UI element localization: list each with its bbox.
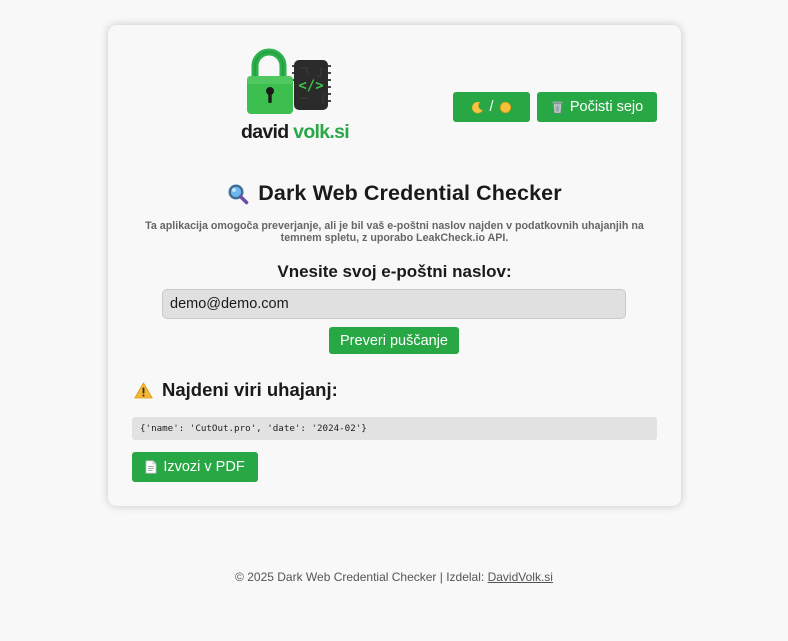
email-input[interactable] [162,289,626,319]
footer-text: © 2025 Dark Web Credential Checker | Izd… [235,570,488,584]
app-description: Ta aplikacija omogoča preverjanje, ali j… [145,220,644,244]
warning-icon [134,382,153,399]
clear-session-button[interactable]: Počisti sejo [537,92,657,122]
logo-text-volk: volk.si [293,121,350,143]
logo-lock-chip-icon: </> [247,48,331,114]
footer: © 2025 Dark Web Credential Checker | Izd… [0,570,788,584]
moon-icon [471,101,484,114]
theme-toggle-button[interactable]: / [453,92,530,122]
logo-wordmark: david volk.si [237,120,353,144]
export-pdf-label: Izvozi v PDF [163,459,245,475]
theme-separator: / [489,99,494,115]
results-title: Najdeni viri uhajanj: [162,379,338,400]
logo: </> david volk.si [237,46,353,144]
footer-author-link[interactable]: DavidVolk.si [488,570,553,584]
main-card: </> david volk.si / Počisti sejo Dark We… [108,25,681,506]
logo-text-david: david [241,121,289,143]
results-heading: Najdeni viri uhajanj: [134,379,338,401]
document-icon [145,460,157,474]
result-entry: {'name': 'CutOut.pro', 'date': '2024-02'… [132,417,657,440]
sun-icon [499,101,512,114]
export-pdf-button[interactable]: Izvozi v PDF [132,452,258,482]
page: </> david volk.si / Počisti sejo Dark We… [0,0,788,641]
page-title: Dark Web Credential Checker [258,181,562,205]
wastebasket-icon [551,100,564,114]
check-leak-button[interactable]: Preveri puščanje [329,327,459,354]
email-label: Vnesite svoj e-poštni naslov: [277,262,512,281]
title-row: Dark Web Credential Checker [108,181,681,206]
svg-text:</>: </> [298,78,323,94]
clear-session-label: Počisti sejo [569,99,644,115]
magnifier-icon [227,183,249,205]
